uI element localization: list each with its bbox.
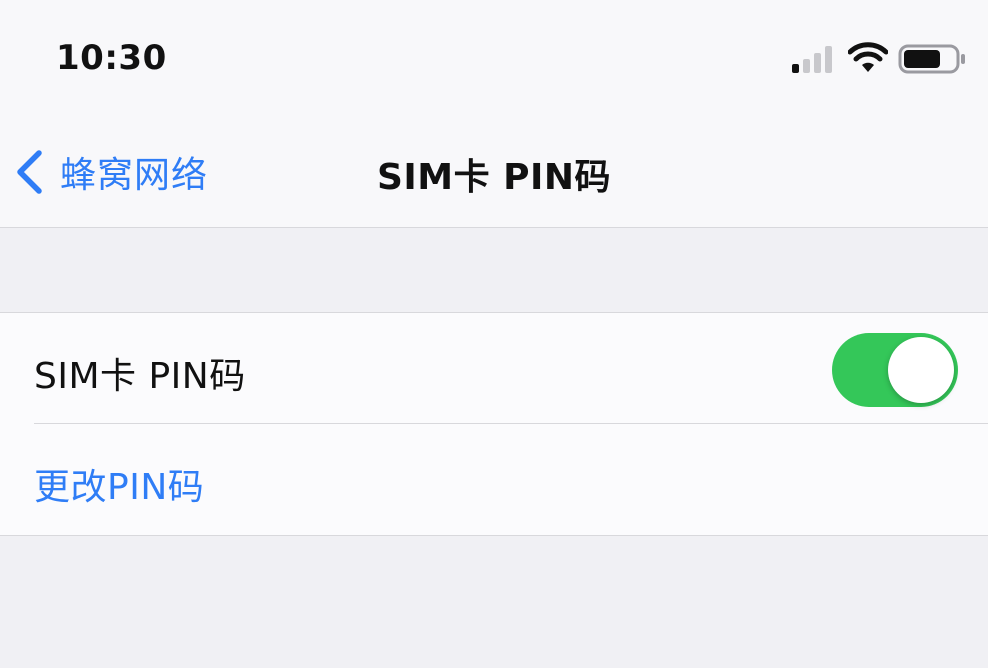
background-area — [0, 536, 988, 668]
change-pin-link[interactable]: 更改PIN码 — [34, 458, 204, 510]
settings-group: SIM卡 PIN码 更改PIN码 — [0, 312, 988, 536]
battery-icon — [898, 44, 965, 74]
status-time: 10:30 — [56, 38, 167, 78]
wifi-icon — [848, 42, 888, 72]
navigation-bar: 蜂窝网络 SIM卡 PIN码 — [0, 120, 988, 228]
page-title: SIM卡 PIN码 — [376, 157, 612, 198]
sim-pin-toggle[interactable] — [832, 333, 958, 407]
cellular-signal-icon — [792, 46, 832, 73]
sim-pin-label: SIM卡 PIN码 — [34, 356, 246, 397]
section-spacer — [0, 228, 988, 312]
status-bar: 10:30 — [0, 0, 988, 120]
toggle-knob — [888, 337, 954, 403]
sim-pin-row: SIM卡 PIN码 — [0, 313, 988, 424]
change-pin-row[interactable]: 更改PIN码 — [0, 424, 988, 534]
